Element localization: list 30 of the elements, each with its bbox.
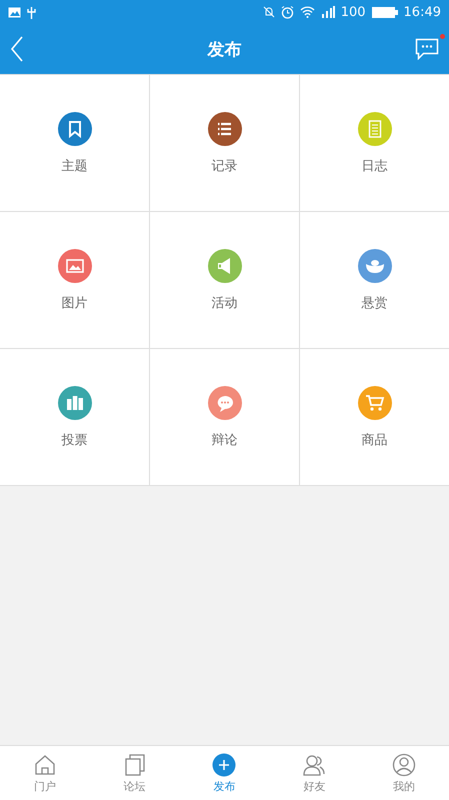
usb-icon: [27, 6, 36, 18]
post-type-tile[interactable]: 记录: [150, 75, 299, 211]
post-type-tile[interactable]: 图片: [0, 212, 149, 348]
wifi-icon: [300, 6, 315, 18]
clock-time: 16:49: [404, 4, 441, 20]
tab[interactable]: 门户: [0, 746, 90, 800]
signal-icon: [320, 6, 335, 18]
image-icon: [8, 6, 21, 18]
tab[interactable]: 我的: [359, 746, 449, 800]
tab[interactable]: 论坛: [90, 746, 180, 800]
post-type-tile[interactable]: 投票: [0, 349, 149, 485]
post-type-tile[interactable]: 辩论: [150, 349, 299, 485]
page-title: 发布: [208, 40, 242, 60]
battery-level: 100: [340, 4, 366, 20]
tab[interactable]: 好友: [269, 746, 360, 800]
post-type-tile[interactable]: 商品: [300, 349, 449, 485]
post-type-tile[interactable]: 悬赏: [300, 212, 449, 348]
home-icon: [32, 752, 57, 776]
plus-icon: [212, 752, 236, 776]
back-icon[interactable]: [10, 36, 24, 62]
battery-icon: [372, 6, 398, 18]
post-type-tile[interactable]: 日志: [300, 75, 449, 211]
tab[interactable]: 发布: [180, 746, 270, 800]
friends-icon: [302, 752, 326, 776]
user-icon: [392, 752, 416, 776]
pages-icon: [122, 752, 147, 776]
mute-icon: [262, 6, 275, 18]
alarm-icon: [280, 6, 294, 18]
post-type-tile[interactable]: 主题: [0, 75, 149, 211]
post-type-tile[interactable]: 活动: [150, 212, 299, 348]
